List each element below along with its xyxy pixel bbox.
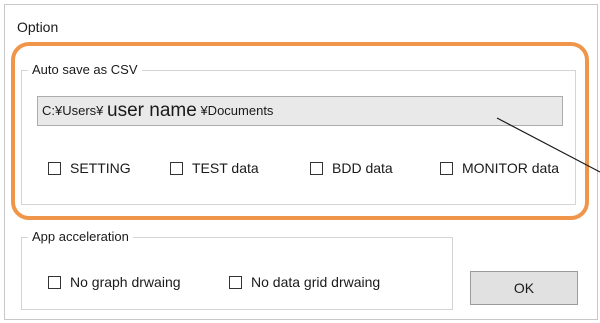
checkbox-no-graph-drawing-label: No graph drwaing: [70, 274, 181, 290]
dialog-title: Option: [17, 19, 59, 35]
checkbox-no-data-grid-drawing-box[interactable]: [229, 275, 242, 289]
csv-path-field[interactable]: C:¥Users¥ user name ¥Documents: [37, 96, 563, 126]
checkbox-bdd-data-box[interactable]: [310, 161, 323, 175]
app-acceleration-caption: App acceleration: [28, 229, 133, 244]
checkbox-bdd-data[interactable]: BDD data: [310, 160, 393, 176]
checkbox-monitor-data-box[interactable]: [440, 161, 453, 175]
checkbox-test-data[interactable]: TEST data: [170, 160, 259, 176]
checkbox-monitor-data[interactable]: MONITOR data: [440, 160, 559, 176]
checkbox-no-graph-drawing[interactable]: No graph drwaing: [48, 274, 181, 290]
checkbox-setting-box[interactable]: [48, 161, 61, 175]
checkbox-no-data-grid-drawing[interactable]: No data grid drwaing: [229, 274, 380, 290]
auto-save-csv-group: Auto save as CSV: [21, 62, 576, 205]
checkbox-no-data-grid-drawing-label: No data grid drwaing: [251, 274, 381, 290]
checkbox-test-data-box[interactable]: [170, 161, 183, 175]
checkbox-no-graph-drawing-box[interactable]: [48, 275, 61, 289]
checkbox-bdd-data-label: BDD data: [332, 160, 393, 176]
path-suffix: ¥Documents: [200, 103, 274, 118]
checkbox-monitor-data-label: MONITOR data: [462, 160, 559, 176]
path-user-name: user name: [107, 100, 197, 121]
checkbox-setting-label: SETTING: [70, 160, 131, 176]
checkbox-test-data-label: TEST data: [192, 160, 259, 176]
auto-save-csv-caption: Auto save as CSV: [28, 62, 142, 77]
path-prefix: C:¥Users¥: [42, 103, 104, 118]
checkbox-setting[interactable]: SETTING: [48, 160, 131, 176]
ok-button[interactable]: OK: [470, 271, 578, 305]
